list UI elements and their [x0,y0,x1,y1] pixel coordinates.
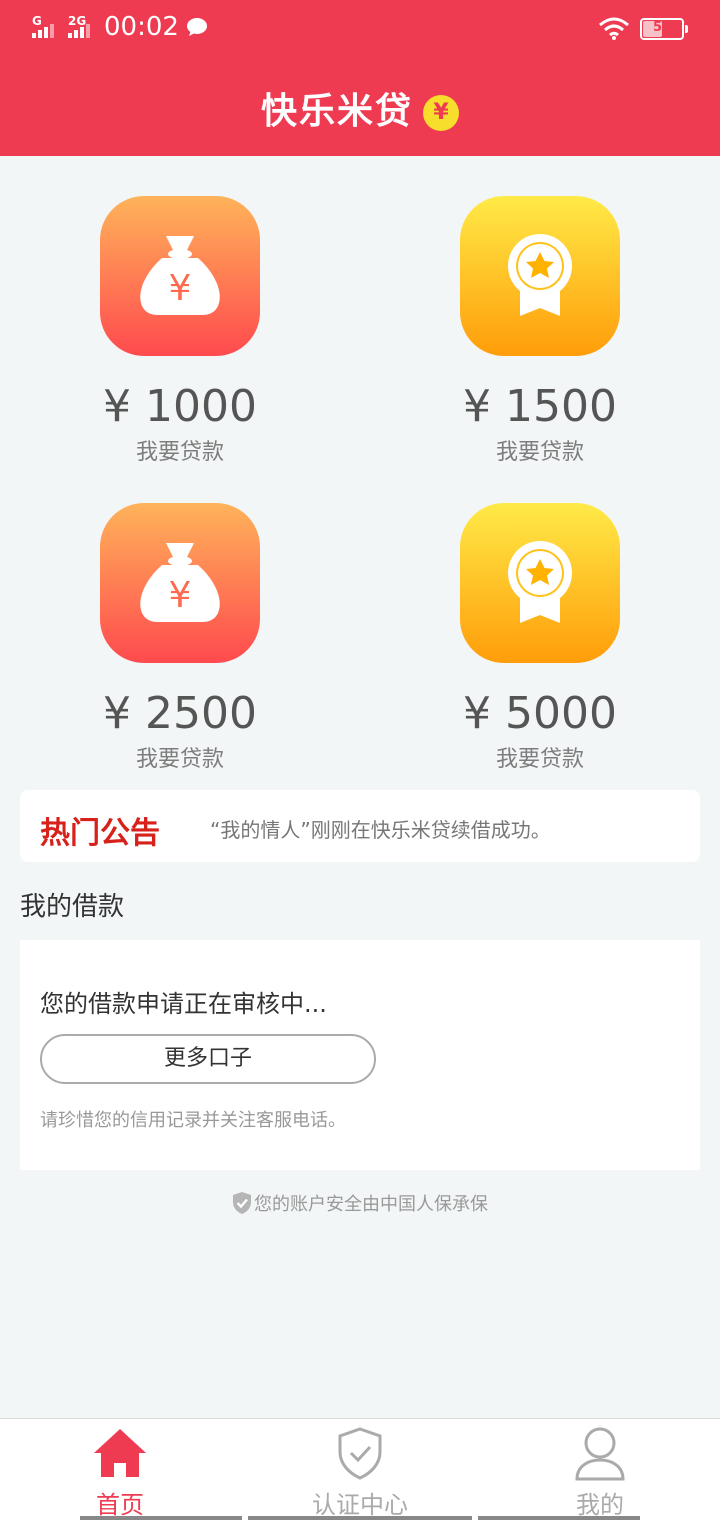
svg-text:¥: ¥ [169,268,192,309]
page-title: 快乐米贷 ¥ [0,82,720,134]
loan-amount: ¥ 1500 [463,381,617,432]
loan-option-2500[interactable]: ¥ ¥ 2500 我要贷款 [60,503,300,773]
tab-certification-center[interactable]: 认证中心 [240,1419,480,1520]
loan-status-text: 您的借款申请正在审核中... [40,990,327,1018]
security-note: 您的账户安全由中国人保承保 [0,1190,720,1216]
battery-level: 50 [652,20,672,35]
tab-certification-label: 认证中心 [312,1491,408,1519]
hot-notice-bar[interactable]: 热门公告 “我的情人”刚刚在快乐米贷续借成功。 [20,790,700,862]
loan-tile[interactable] [460,503,620,663]
user-icon [575,1427,625,1481]
app-title-text: 快乐米贷 [260,91,413,132]
loan-amount: ¥ 1000 [103,381,257,432]
wifi-icon [599,17,629,40]
signal-strength-icon-2: 2G [68,14,98,40]
notice-label: 热门公告 [40,816,160,851]
loan-option-5000[interactable]: ¥ 5000 我要贷款 [420,503,660,773]
loan-option-1000[interactable]: ¥ ¥ 1000 我要贷款 [60,196,300,466]
loan-tile[interactable] [460,196,620,356]
shield-check-icon [338,1427,382,1480]
tab-home-label: 首页 [96,1491,144,1519]
tab-home[interactable]: 首页 [0,1419,240,1520]
my-loan-title: 我的借款 [20,892,125,922]
tab-mine-label: 我的 [576,1491,624,1519]
loan-label: 我要贷款 [495,440,584,465]
loan-label: 我要贷款 [135,747,224,772]
signal-strength-icon: G [32,14,62,40]
gesture-bar-segment [80,1516,242,1520]
loan-tile[interactable]: ¥ [100,503,260,663]
status-bar: G 2G 00:02 50 [0,0,720,58]
battery-icon: 50 [640,18,688,40]
loan-tile[interactable]: ¥ [100,196,260,356]
gesture-bar-segment [478,1516,640,1520]
medal-icon [508,541,572,623]
notice-text: “我的情人”刚刚在快乐米贷续借成功。 [210,818,551,842]
shield-check-icon [233,1192,251,1214]
money-bag-icon: ¥ [140,236,220,315]
loan-amount: ¥ 2500 [103,688,257,739]
gesture-bar-segment [248,1516,472,1520]
more-options-button[interactable]: 更多口子 [40,1034,376,1084]
yen-coin-icon: ¥ [423,95,459,131]
security-note-text: 您的账户安全由中国人保承保 [254,1194,488,1215]
status-time: 00:02 [104,12,179,42]
app-header: G 2G 00:02 50 快乐米贷 ¥ [0,0,720,156]
my-loan-card: 您的借款申请正在审核中... 更多口子 请珍惜您的信用记录并关注客服电话。 [20,940,700,1170]
credit-hint-text: 请珍惜您的信用记录并关注客服电话。 [40,1110,346,1131]
medal-icon [508,234,572,316]
loan-label: 我要贷款 [495,747,584,772]
bottom-tab-bar: 首页 认证中心 我的 [0,1418,720,1520]
home-icon [94,1429,146,1477]
chat-bubble-icon [187,18,207,36]
loan-option-1500[interactable]: ¥ 1500 我要贷款 [420,196,660,466]
loan-amount: ¥ 5000 [463,688,617,739]
tab-mine[interactable]: 我的 [480,1419,720,1520]
svg-text:¥: ¥ [169,575,192,616]
loan-label: 我要贷款 [135,440,224,465]
money-bag-icon: ¥ [140,543,220,622]
